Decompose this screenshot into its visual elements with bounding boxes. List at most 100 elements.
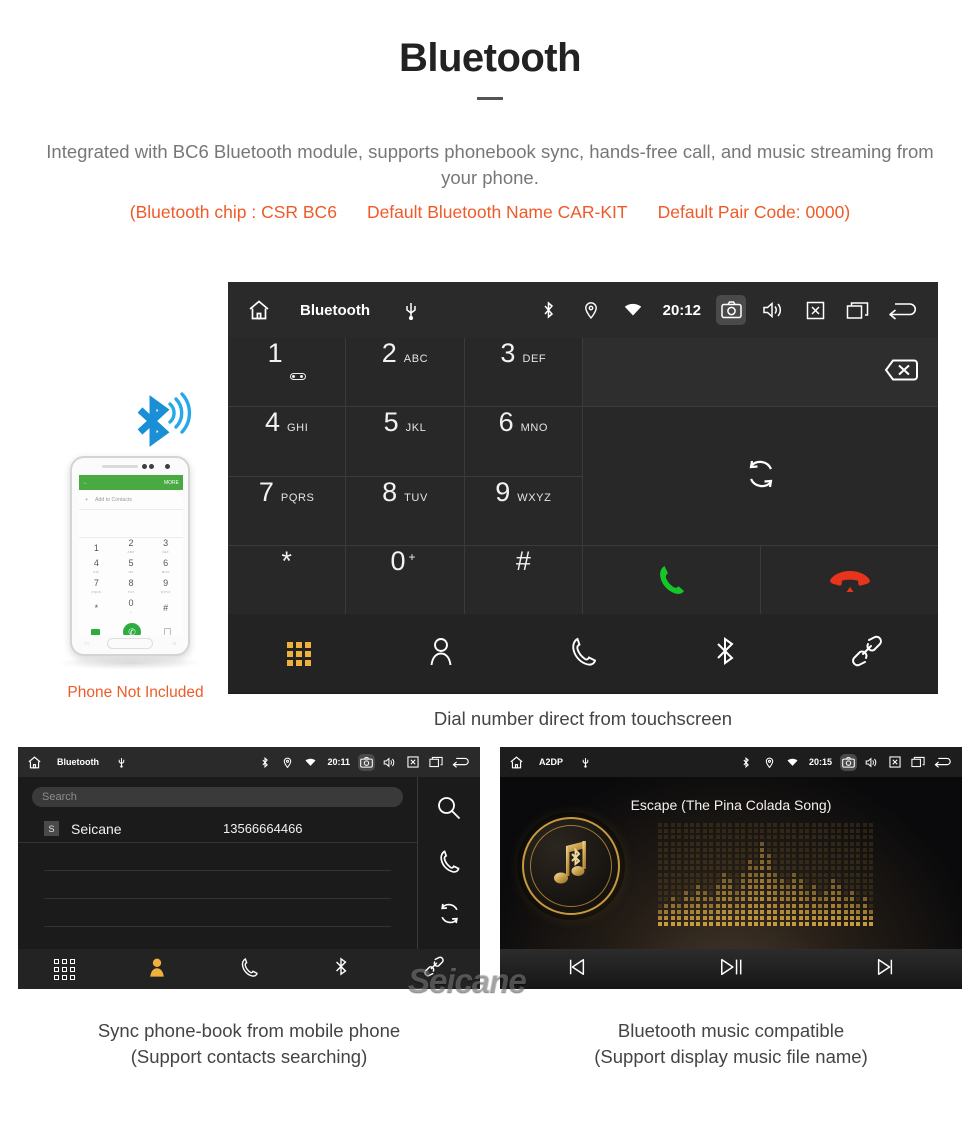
tab-contacts[interactable] bbox=[370, 636, 512, 671]
phone-key-num: 6 bbox=[163, 558, 169, 568]
sync-icon[interactable] bbox=[437, 901, 462, 931]
key-4[interactable]: 4 GHI bbox=[228, 407, 346, 476]
link-icon bbox=[423, 956, 445, 982]
home-icon[interactable] bbox=[26, 754, 43, 771]
list-item bbox=[44, 843, 391, 871]
volume-icon[interactable] bbox=[381, 754, 398, 771]
list-item[interactable]: S Seicane 13566664466 bbox=[18, 815, 417, 843]
phone-key-num: 5 bbox=[128, 558, 134, 568]
phone-key-num: 8 bbox=[128, 578, 134, 588]
tab-link[interactable] bbox=[388, 956, 480, 982]
backspace-icon[interactable] bbox=[872, 357, 920, 388]
back-icon[interactable] bbox=[450, 754, 472, 771]
bluetooth-feature-page: Bluetooth Integrated with BC6 Bluetooth … bbox=[0, 0, 980, 1134]
camera-icon[interactable] bbox=[716, 295, 746, 325]
music-stage: Escape (The Pina Colada Song) bbox=[500, 777, 962, 949]
recents-icon[interactable] bbox=[909, 754, 926, 771]
phone-more-label: MORE bbox=[164, 479, 179, 486]
music-caption-line1: Bluetooth music compatible bbox=[617, 1020, 845, 1041]
phone-icon[interactable] bbox=[437, 849, 461, 878]
key-9[interactable]: 9 WXYZ bbox=[464, 476, 582, 545]
home-icon[interactable] bbox=[508, 754, 525, 771]
phone-icon bbox=[568, 636, 598, 671]
tab-keypad[interactable] bbox=[228, 641, 370, 666]
phonebook-action-rail bbox=[418, 777, 480, 949]
tab-call-log[interactable] bbox=[512, 636, 654, 671]
phone-key-sub: DEF bbox=[162, 550, 170, 554]
volume-icon[interactable] bbox=[863, 754, 880, 771]
phone-key: # bbox=[148, 598, 183, 618]
next-track-button[interactable] bbox=[808, 957, 962, 982]
phone-device: ← MORE + Add to Contacts 1 2 ABC 3 DEF 4 GH… bbox=[70, 456, 190, 656]
usb-icon bbox=[577, 754, 594, 771]
sync-icon[interactable] bbox=[744, 457, 778, 496]
spec-pair-code: Default Pair Code: 0000) bbox=[657, 202, 851, 222]
phone-not-included-note: Phone Not Included bbox=[67, 684, 204, 701]
search-icon[interactable] bbox=[436, 795, 462, 826]
add-to-contacts-label: Add to Contacts bbox=[95, 496, 132, 503]
contact-number: 13566664466 bbox=[223, 821, 303, 836]
key-5[interactable]: 5 JKL bbox=[346, 407, 464, 476]
phonebook-caption-line1: Sync phone-book from mobile phone bbox=[97, 1020, 401, 1041]
page-title: Bluetooth bbox=[398, 36, 582, 80]
key-letters: JKL bbox=[405, 422, 427, 435]
key-8[interactable]: 8 TUV bbox=[346, 476, 464, 545]
key-hash[interactable]: # bbox=[464, 545, 582, 614]
key-letters: ABC bbox=[403, 353, 429, 365]
back-icon[interactable] bbox=[884, 295, 922, 325]
phonebook-title: Bluetooth bbox=[57, 757, 99, 767]
phonebook-caption: Sync phone-book from mobile phone (Suppo… bbox=[18, 1018, 480, 1070]
contact-list: Search S Seicane 13566664466 bbox=[18, 777, 418, 949]
key-7[interactable]: 7 PQRS bbox=[228, 476, 346, 545]
recents-icon[interactable] bbox=[842, 295, 872, 325]
play-pause-button[interactable] bbox=[654, 956, 808, 983]
volume-icon[interactable] bbox=[758, 295, 788, 325]
dialer-status-bar: Bluetooth 20:12 bbox=[228, 282, 938, 338]
phonebook-status-bar: Bluetooth 20:11 bbox=[18, 747, 480, 777]
sync-row bbox=[583, 407, 938, 545]
key-2[interactable]: 2 ABC bbox=[346, 338, 464, 407]
key-letters: TUV bbox=[404, 491, 428, 504]
tab-bluetooth[interactable] bbox=[654, 635, 796, 672]
list-item bbox=[44, 871, 391, 899]
tab-bluetooth[interactable] bbox=[295, 956, 387, 982]
contact-name: Seicane bbox=[71, 820, 122, 837]
back-icon[interactable] bbox=[932, 754, 954, 771]
tab-keypad[interactable] bbox=[18, 958, 110, 980]
phone-back-icon: ← bbox=[83, 479, 88, 486]
phone-call-icon: ✆ bbox=[122, 623, 141, 635]
call-button[interactable] bbox=[583, 546, 760, 614]
key-0[interactable]: 0 + bbox=[346, 545, 464, 614]
close-icon[interactable] bbox=[800, 295, 830, 325]
link-icon bbox=[850, 635, 884, 672]
camera-icon[interactable] bbox=[358, 753, 375, 771]
music-screenshot: A2DP 20:15 Escape (The Pina Colada Song) bbox=[500, 747, 962, 989]
tab-contacts[interactable] bbox=[110, 957, 202, 982]
plus-icon: + bbox=[85, 496, 89, 503]
phone-earpiece bbox=[102, 465, 138, 468]
music-caption: Bluetooth music compatible (Support disp… bbox=[500, 1018, 962, 1070]
wifi-icon bbox=[618, 295, 648, 325]
hangup-button[interactable] bbox=[761, 546, 938, 614]
close-icon[interactable] bbox=[886, 754, 903, 771]
camera-icon[interactable] bbox=[840, 753, 857, 771]
phone-action-row: ✆ bbox=[79, 618, 183, 635]
key-6[interactable]: 6 MNO bbox=[464, 407, 582, 476]
key-number: 9 bbox=[495, 476, 511, 507]
tab-link[interactable] bbox=[796, 635, 938, 672]
home-icon[interactable] bbox=[244, 295, 274, 325]
recents-icon[interactable] bbox=[427, 754, 444, 771]
phone-key-sub: JKL bbox=[127, 570, 135, 574]
music-status-bar: A2DP 20:15 bbox=[500, 747, 962, 777]
previous-track-button[interactable] bbox=[500, 957, 654, 982]
key-3[interactable]: 3 DEF bbox=[464, 338, 582, 407]
search-input[interactable]: Search bbox=[32, 787, 403, 807]
tab-call-log[interactable] bbox=[203, 957, 295, 982]
key-number: 5 bbox=[383, 407, 399, 438]
key-1[interactable]: 1 bbox=[228, 338, 346, 407]
key-number: 4 bbox=[264, 407, 280, 438]
spec-bluetooth-name: Default Bluetooth Name CAR-KIT bbox=[366, 202, 628, 222]
key-star[interactable]: * bbox=[228, 545, 346, 614]
close-icon[interactable] bbox=[404, 754, 421, 771]
key-number: 0 bbox=[390, 545, 406, 576]
